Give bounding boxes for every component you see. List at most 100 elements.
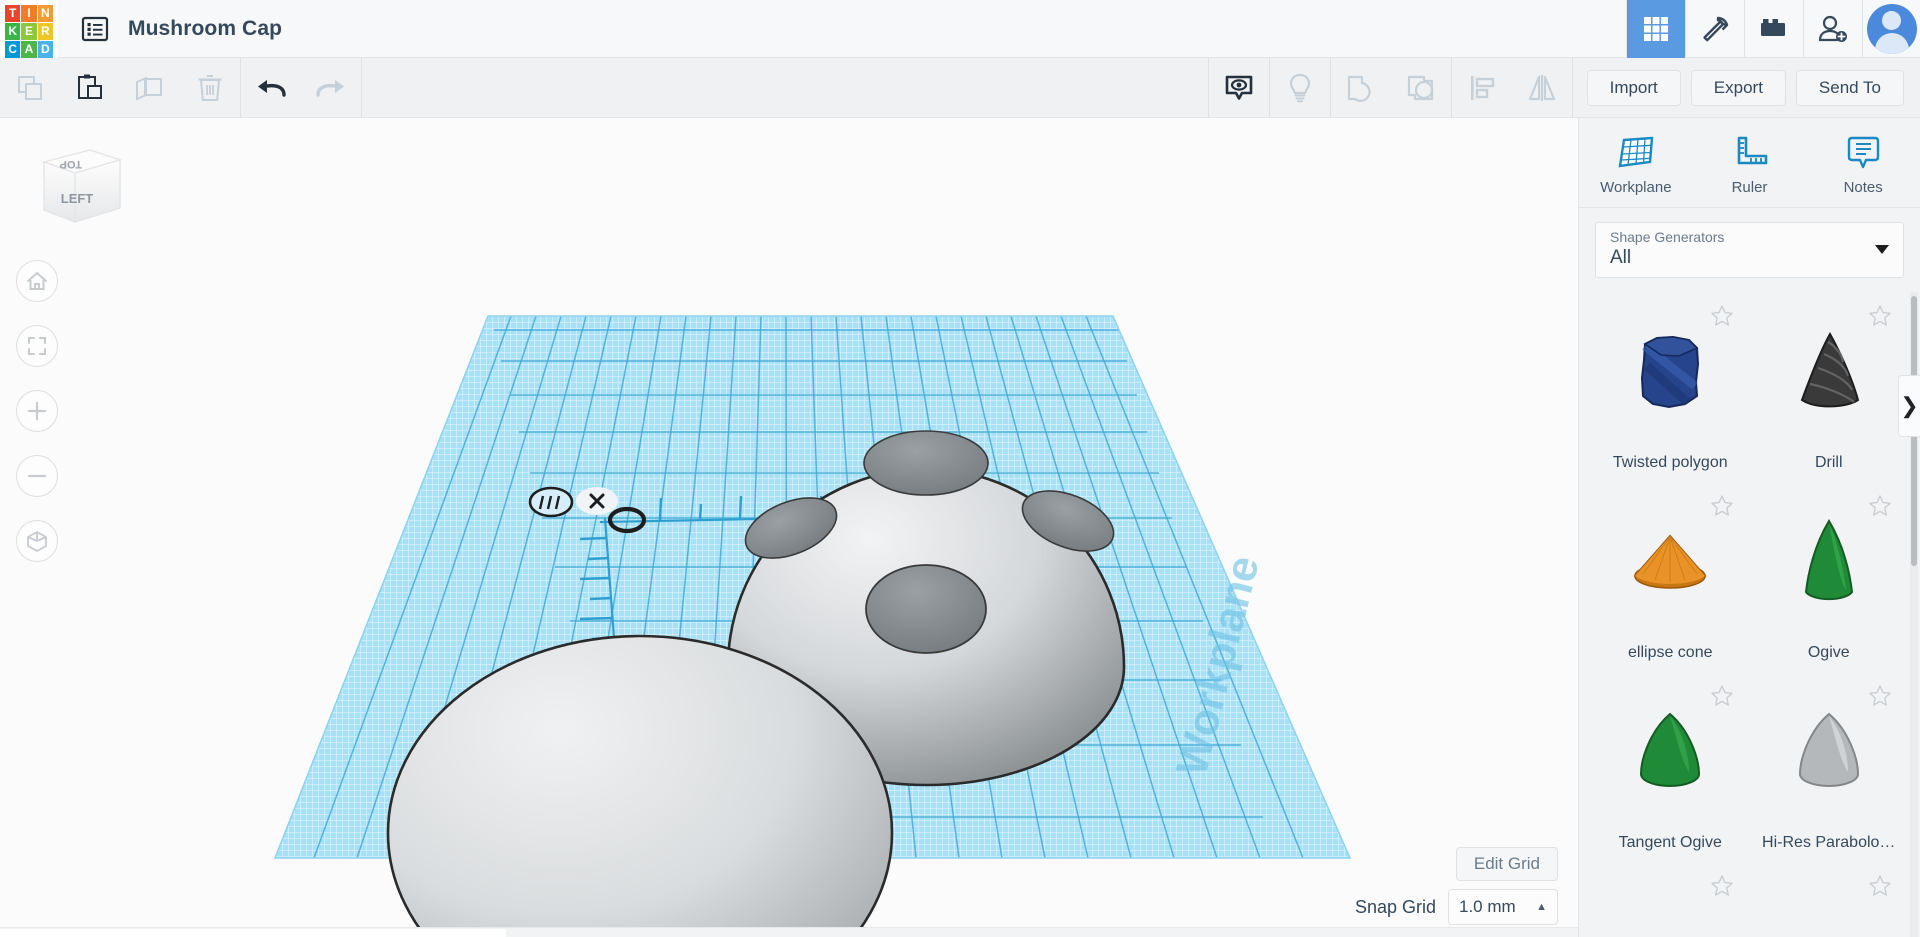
ruler-close-button: [576, 487, 618, 515]
canvas-bottom-strip-fill: [0, 929, 506, 937]
grid-view-icon[interactable]: [1626, 0, 1685, 58]
copy-icon[interactable]: [0, 58, 60, 118]
shape-grid: Twisted polygon: [1579, 292, 1920, 902]
shape-item-ogive[interactable]: Ogive: [1750, 482, 1909, 672]
shape-generators-dropdown[interactable]: Shape Generators All: [1595, 222, 1904, 278]
ortho-perspective-button[interactable]: [16, 520, 58, 562]
workplane-icon: [1615, 135, 1657, 171]
ruler-handle-icon: [530, 488, 572, 516]
lightbulb-icon[interactable]: [1270, 58, 1330, 118]
3d-workspace-canvas[interactable]: Workplane: [0, 118, 1578, 937]
ungroup-icon[interactable]: [1391, 58, 1451, 118]
group-tools: [1331, 58, 1451, 118]
tinkercad-logo[interactable]: TINKERCAD: [0, 0, 58, 58]
align-icon[interactable]: [1452, 58, 1512, 118]
shape-label: Tangent Ogive: [1619, 834, 1722, 852]
view-cube-top-label: TOP: [60, 158, 82, 170]
logo-cell-r: R: [38, 23, 53, 40]
chevron-up-icon: ▲: [1536, 901, 1547, 913]
shape-item-tangent-ogive[interactable]: Tangent Ogive: [1591, 672, 1750, 862]
logo-cell-t: T: [5, 5, 20, 22]
workplane-tool[interactable]: Workplane: [1579, 124, 1693, 207]
view-cube[interactable]: TOP LEFT: [28, 140, 128, 240]
notes-tool-label: Notes: [1844, 179, 1883, 196]
logo-cell-a: A: [21, 41, 36, 58]
zoom-in-button[interactable]: [16, 390, 58, 432]
duplicate-icon[interactable]: [120, 58, 180, 118]
toolbar-divider: [361, 58, 362, 118]
undo-icon[interactable]: [241, 58, 301, 118]
home-view-button[interactable]: [16, 260, 58, 302]
lego-brick-icon[interactable]: [1744, 0, 1803, 58]
edit-toolbar: Import Export Send To: [0, 58, 1920, 118]
avatar[interactable]: [1862, 0, 1920, 58]
file-actions: Import Export Send To: [1587, 70, 1914, 106]
export-button[interactable]: Export: [1691, 70, 1786, 106]
shape-label: Ogive: [1808, 644, 1850, 662]
shape-item-drill[interactable]: Drill: [1750, 292, 1909, 482]
shape-item-hires-paraboloid[interactable]: Hi-Res Parabolo…: [1750, 672, 1909, 862]
shape-generators-value: All: [1610, 247, 1889, 269]
list-document-icon[interactable]: [78, 12, 112, 46]
shape-item-ellipse-cone[interactable]: ellipse cone: [1591, 482, 1750, 672]
fit-view-button[interactable]: [16, 325, 58, 367]
grid-controls: Edit Grid Snap Grid 1.0 mm ▲: [1355, 847, 1558, 925]
align-tools: [1452, 58, 1572, 118]
shape-item-twisted-polygon[interactable]: Twisted polygon: [1591, 292, 1750, 482]
favorite-star-icon[interactable]: [1868, 684, 1892, 712]
favorite-star-icon[interactable]: [1710, 304, 1734, 332]
delete-icon[interactable]: [180, 58, 240, 118]
logo-cell-k: K: [5, 23, 20, 40]
ruler-tool-label: Ruler: [1732, 179, 1768, 196]
3d-scene: Workplane: [0, 118, 1578, 937]
paste-icon[interactable]: [60, 58, 120, 118]
shape-list-scroll-area[interactable]: Twisted polygon: [1579, 292, 1920, 937]
clipboard-tools: [0, 58, 240, 118]
shape-label: Drill: [1815, 454, 1843, 472]
favorite-star-icon[interactable]: [1868, 874, 1892, 902]
notes-icon: [1842, 135, 1884, 171]
favorite-star-icon[interactable]: [1710, 874, 1734, 902]
favorite-star-icon[interactable]: [1710, 684, 1734, 712]
cap-hole: [864, 431, 988, 495]
shape-label: Hi-Res Parabolo…: [1762, 834, 1895, 852]
canvas-bottom-strip: [0, 927, 1578, 937]
group-icon[interactable]: [1331, 58, 1391, 118]
snap-grid-select[interactable]: 1.0 mm ▲: [1448, 889, 1558, 925]
history-tools: [241, 58, 361, 118]
logo-cell-c: C: [5, 41, 20, 58]
show-hide-icon[interactable]: [1209, 58, 1269, 118]
shape-item-next-a[interactable]: [1591, 862, 1750, 902]
snap-grid-value: 1.0 mm: [1459, 897, 1516, 917]
favorite-star-icon[interactable]: [1868, 494, 1892, 522]
logo-cell-n: N: [38, 5, 53, 22]
chevron-down-icon: [1875, 245, 1889, 254]
shape-label: Twisted polygon: [1613, 454, 1728, 472]
logo-cell-d: D: [38, 41, 53, 58]
tinkercad-app: TINKERCAD Mushroom Cap: [0, 0, 1920, 937]
favorite-star-icon[interactable]: [1710, 494, 1734, 522]
snap-grid-row: Snap Grid 1.0 mm ▲: [1355, 889, 1558, 925]
snap-grid-label: Snap Grid: [1355, 897, 1436, 918]
import-button[interactable]: Import: [1587, 70, 1681, 106]
top-bar-right-actions: [1626, 0, 1920, 58]
panel-tool-row: Workplane Ruler: [1579, 118, 1920, 208]
favorite-star-icon[interactable]: [1868, 304, 1892, 332]
pickaxe-icon[interactable]: [1685, 0, 1744, 58]
mirror-icon[interactable]: [1512, 58, 1572, 118]
add-person-icon[interactable]: [1803, 0, 1862, 58]
toolbar-divider: [1572, 58, 1573, 118]
view-tools: [1209, 58, 1330, 118]
collapse-panel-button[interactable]: ❯: [1898, 375, 1920, 437]
redo-icon[interactable]: [301, 58, 361, 118]
shape-label: ellipse cone: [1628, 644, 1713, 662]
notes-tool[interactable]: Notes: [1806, 124, 1920, 207]
ruler-tool[interactable]: Ruler: [1693, 124, 1807, 207]
shape-item-next-b[interactable]: [1750, 862, 1909, 902]
zoom-out-button[interactable]: [16, 455, 58, 497]
edit-grid-button[interactable]: Edit Grid: [1456, 847, 1558, 881]
cap-hole: [866, 565, 986, 653]
page-title: Mushroom Cap: [128, 17, 282, 41]
workplane-tool-label: Workplane: [1600, 179, 1671, 196]
send-to-button[interactable]: Send To: [1796, 70, 1904, 106]
